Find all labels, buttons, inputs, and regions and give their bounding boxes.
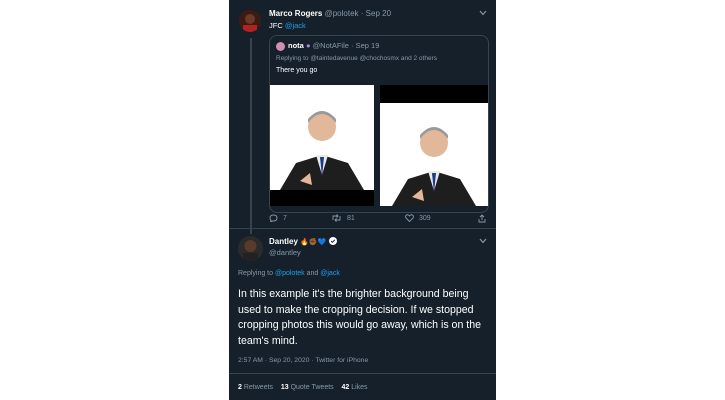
tweet-panel: Marco Rogers @polotek · Sep 20 JFC @jack… — [229, 0, 496, 400]
photo-right[interactable] — [380, 85, 488, 206]
retweet-count: 81 — [347, 214, 355, 222]
retweet-icon — [332, 214, 341, 222]
tweet2-author-name[interactable]: Dantley — [269, 237, 298, 246]
tweet1-handle[interactable]: @polotek — [325, 9, 359, 18]
quoted-author-name: nota — [288, 41, 304, 50]
tweet2-name-emoji: 🔥✊🏾💙 — [300, 239, 327, 246]
tweet1-author-name[interactable]: Marco Rogers — [269, 9, 322, 18]
like-count: 309 — [419, 214, 431, 222]
quoted-text: There you go — [276, 67, 318, 74]
retweets-label: Retweets — [243, 384, 274, 391]
quoted-header: nota ● @NotAFile · Sep 19 — [288, 41, 379, 50]
quoted-replying-to: Replying to @taintedavenue @chochosmx an… — [276, 55, 437, 62]
replying-user-polotek[interactable]: @polotek — [275, 270, 305, 277]
quoted-tweet[interactable]: nota ● @NotAFile · Sep 19 Replying to @t… — [269, 35, 489, 213]
tweet2-replying-to: Replying to @polotek and @jack — [238, 270, 340, 277]
avatar-nota — [276, 42, 285, 51]
share-icon — [478, 214, 486, 223]
photo-left[interactable] — [270, 85, 374, 206]
quoted-handle: @NotAFile — [312, 41, 349, 50]
quotes-count: 13 — [280, 384, 289, 391]
verified-icon — [328, 237, 337, 246]
like-action[interactable]: 309 — [405, 214, 431, 222]
reply-count: 7 — [283, 214, 287, 222]
reply-icon — [269, 214, 278, 222]
tweet2-meta: 2:57 AM · Sep 20, 2020 · Twitter for iPh… — [238, 357, 369, 364]
quoted-date: Sep 19 — [355, 41, 380, 50]
reply-action[interactable]: 7 — [269, 214, 287, 222]
replying-and: and — [306, 270, 319, 277]
retweet-action[interactable]: 81 — [331, 214, 355, 222]
tweet2-handle[interactable]: @dantley — [269, 248, 301, 257]
avatar-dantley[interactable] — [238, 236, 263, 261]
tweet2-stats: 2 Retweets 13 Quote Tweets 42 Likes — [238, 384, 368, 391]
separator-dot: · — [360, 9, 364, 18]
retweets-stat[interactable]: 2 Retweets — [238, 384, 275, 391]
ghost-emoji-icon: ● — [305, 41, 311, 50]
likes-label: Likes — [351, 384, 368, 391]
chevron-down-icon[interactable] — [479, 8, 487, 18]
likes-count: 42 — [341, 384, 350, 391]
tweet2-body: In this example it's the brighter backgr… — [238, 288, 482, 347]
retweets-count: 2 — [238, 384, 242, 391]
tweet1-text-prefix: JFC — [269, 21, 283, 30]
quotes-stat[interactable]: 13 Quote Tweets — [281, 384, 336, 391]
divider — [229, 228, 496, 229]
tweet1-header: Marco Rogers @polotek · Sep 20 — [269, 9, 391, 18]
avatar-marco-rogers[interactable] — [239, 10, 261, 32]
tweet2-header: Dantley 🔥✊🏾💙 — [269, 237, 337, 246]
quotes-label: Quote Tweets — [290, 384, 334, 391]
separator-dot: · — [351, 41, 354, 50]
tweet1-date[interactable]: Sep 20 — [366, 9, 391, 18]
replying-prefix: Replying to — [238, 270, 274, 277]
tweet1-mention-link[interactable]: @jack — [285, 21, 306, 30]
share-action[interactable] — [478, 214, 486, 223]
replying-user-jack[interactable]: @jack — [320, 270, 340, 277]
like-icon — [405, 214, 414, 222]
tweet1-text: JFC @jack — [269, 21, 306, 30]
thread-line — [250, 38, 252, 234]
chevron-down-icon[interactable] — [479, 236, 487, 246]
divider — [229, 373, 496, 374]
likes-stat[interactable]: 42 Likes — [341, 384, 367, 391]
